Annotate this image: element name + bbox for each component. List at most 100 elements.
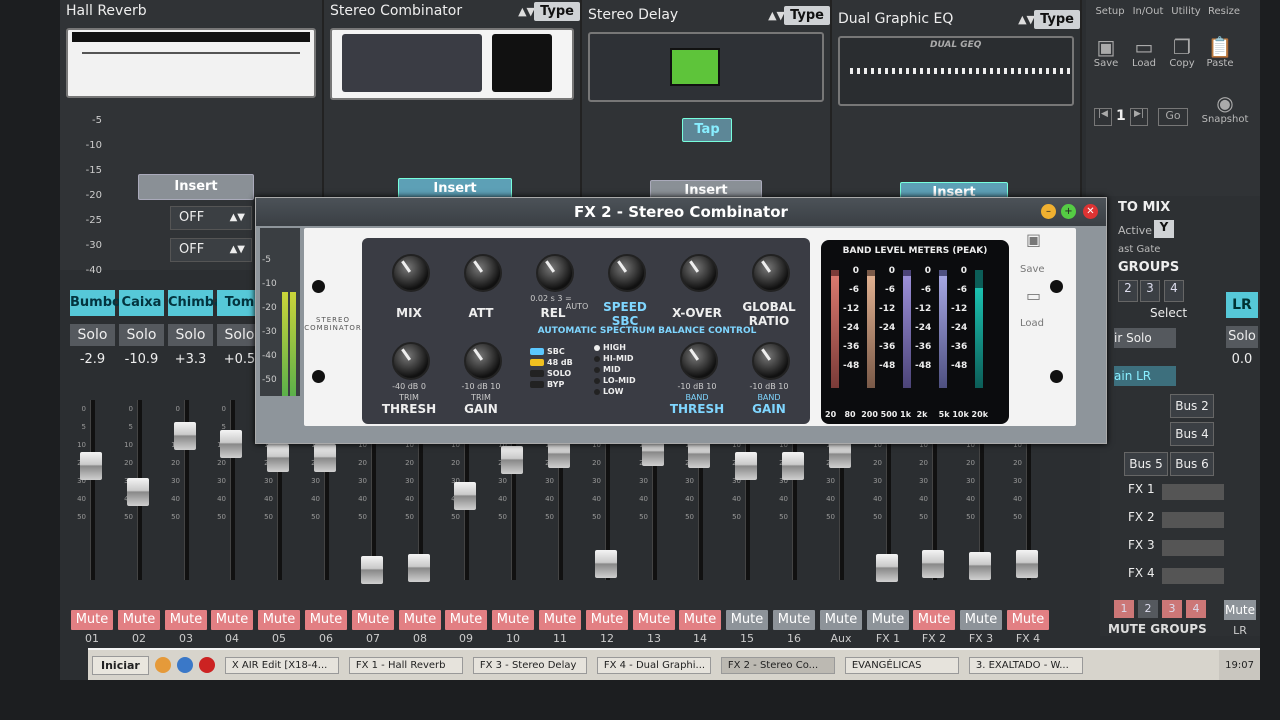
band-mid[interactable]: MID — [594, 364, 636, 375]
mute-button[interactable]: Mute — [445, 610, 487, 630]
tap-button[interactable]: Tap — [682, 118, 732, 142]
global-ratio-knob[interactable] — [752, 254, 790, 292]
fader-knob[interactable] — [876, 554, 898, 582]
channel-02-name[interactable]: Caixa — [119, 290, 164, 316]
band-lo-mid[interactable]: LO-MID — [594, 375, 636, 386]
save-button[interactable]: ▣ Save — [1086, 36, 1126, 69]
fx-slot-3-thumbnail[interactable] — [588, 32, 824, 102]
mute-button[interactable]: Mute — [258, 610, 300, 630]
sbc-switch[interactable]: SBC — [530, 346, 573, 357]
in-out-button[interactable]: In/Out — [1128, 6, 1168, 17]
channel-02-solo[interactable]: Solo — [119, 324, 164, 346]
send-select-2[interactable]: OFF ▲▼ — [170, 238, 252, 262]
fader-knob[interactable] — [501, 446, 523, 474]
prev-snapshot-icon[interactable]: |◀ — [1094, 108, 1112, 126]
band-thresh-knob[interactable] — [680, 342, 718, 380]
load-button[interactable]: ▭ Load — [1124, 36, 1164, 69]
speed-sbc-knob[interactable] — [608, 254, 646, 292]
utility-button[interactable]: Utility — [1166, 6, 1206, 17]
fx-slot-3-type-button[interactable]: Type — [784, 5, 830, 25]
mute-button[interactable]: Mute — [305, 610, 347, 630]
att-knob[interactable] — [464, 254, 502, 292]
fader-knob[interactable] — [408, 554, 430, 582]
copy-button[interactable]: ❐ Copy — [1162, 36, 1202, 69]
mute-button[interactable]: Mute — [586, 610, 628, 630]
mute-button[interactable]: Mute — [1007, 610, 1049, 630]
trim-thresh-knob[interactable] — [392, 342, 430, 380]
task-fx3[interactable]: FX 3 - Stereo Delay — [472, 656, 587, 674]
bus-5-button[interactable]: Bus 5 — [1124, 452, 1168, 476]
opera-icon[interactable] — [198, 657, 215, 673]
automix-active-toggle[interactable]: Y — [1154, 220, 1174, 238]
fx-slot-4-type-button[interactable]: Type — [1034, 9, 1080, 29]
mute-group-4[interactable]: 4 — [1186, 600, 1206, 618]
send-select-1[interactable]: OFF ▲▼ — [170, 206, 252, 230]
paste-button[interactable]: 📋 Paste — [1200, 36, 1240, 69]
bus-2-button[interactable]: Bus 2 — [1170, 394, 1214, 418]
mute-button[interactable]: Mute — [820, 610, 862, 630]
fader-knob[interactable] — [361, 556, 383, 584]
fx-return-1[interactable]: FX 1 — [1128, 482, 1228, 504]
task-fx4[interactable]: FX 4 - Dual Graphi... — [596, 656, 711, 674]
lr-tag[interactable]: LR — [1226, 292, 1258, 318]
mute-group-1[interactable]: 1 — [1114, 600, 1134, 618]
fader-knob[interactable] — [220, 430, 242, 458]
task-exaltado[interactable]: 3. EXALTADO - W... — [968, 656, 1083, 674]
rel-knob[interactable] — [536, 254, 574, 292]
fx-return-3[interactable]: FX 3 — [1128, 538, 1228, 560]
explorer-icon[interactable] — [176, 657, 193, 673]
fader-knob[interactable] — [1016, 550, 1038, 578]
mute-button[interactable]: Mute — [399, 610, 441, 630]
48db-switch[interactable]: 48 dB — [530, 357, 573, 368]
fx-slot-3-dropdown-icon[interactable]: ▲▼ — [768, 9, 785, 22]
bypass-switch[interactable]: BYP — [530, 379, 573, 390]
fx-slot-1-insert-button[interactable]: Insert — [138, 174, 254, 200]
lr-solo-button[interactable]: Solo — [1226, 326, 1258, 348]
fader-knob[interactable] — [267, 444, 289, 472]
load-preset-icon[interactable]: ▭ — [1026, 286, 1041, 305]
setup-button[interactable]: Setup — [1090, 6, 1130, 17]
task-fx2[interactable]: FX 2 - Stereo Co... — [720, 656, 835, 674]
mute-button[interactable]: Mute — [726, 610, 768, 630]
task-xair-edit[interactable]: X AIR Edit [X18-4... — [224, 656, 339, 674]
task-evangelicas[interactable]: EVANGÉLICAS — [844, 656, 959, 674]
fader-knob[interactable] — [782, 452, 804, 480]
maximize-icon[interactable]: + — [1061, 204, 1076, 219]
x-over-knob[interactable] — [680, 254, 718, 292]
bus-4-button[interactable]: Bus 4 — [1170, 422, 1214, 446]
mute-button[interactable]: Mute — [352, 610, 394, 630]
band-gain-knob[interactable] — [752, 342, 790, 380]
fx-slot-4-dropdown-icon[interactable]: ▲▼ — [1018, 13, 1035, 26]
mute-button[interactable]: Mute — [492, 610, 534, 630]
channel-01-solo[interactable]: Solo — [70, 324, 115, 346]
mute-button[interactable]: Mute — [118, 610, 160, 630]
fx-slot-2-type-button[interactable]: Type — [534, 1, 580, 21]
fader-knob[interactable] — [127, 478, 149, 506]
bus-6-button[interactable]: Bus 6 — [1170, 452, 1214, 476]
group-button-2[interactable]: 2 — [1118, 280, 1138, 302]
mute-button[interactable]: Mute — [211, 610, 253, 630]
group-button-3[interactable]: 3 — [1140, 280, 1160, 302]
mute-button[interactable]: Mute — [679, 610, 721, 630]
fader-knob[interactable] — [922, 550, 944, 578]
band-low[interactable]: LOW — [594, 386, 636, 397]
fader-knob[interactable] — [688, 440, 710, 468]
fx-slot-2-dropdown-icon[interactable]: ▲▼ — [518, 5, 535, 18]
resize-button[interactable]: Resize — [1204, 6, 1244, 17]
fader-knob[interactable] — [548, 440, 570, 468]
next-snapshot-icon[interactable]: ▶| — [1130, 108, 1148, 126]
mute-button[interactable]: Mute — [960, 610, 1002, 630]
fx-slot-4-thumbnail[interactable]: DUAL GEQ — [838, 36, 1074, 106]
channel-01-name[interactable]: Bumbo — [70, 290, 121, 316]
channel-03-solo[interactable]: Solo — [168, 324, 213, 346]
mute-button[interactable]: Mute — [867, 610, 909, 630]
lr-mute-button[interactable]: Mute — [1224, 600, 1256, 620]
close-icon[interactable]: ✕ — [1083, 204, 1098, 219]
fader-knob[interactable] — [314, 444, 336, 472]
fader-knob[interactable] — [735, 452, 757, 480]
main-lr-button[interactable]: ain LR — [1114, 366, 1176, 386]
fader-knob[interactable] — [174, 422, 196, 450]
fx-return-2[interactable]: FX 2 — [1128, 510, 1228, 532]
fader-knob[interactable] — [829, 440, 851, 468]
fader-knob[interactable] — [969, 552, 991, 580]
